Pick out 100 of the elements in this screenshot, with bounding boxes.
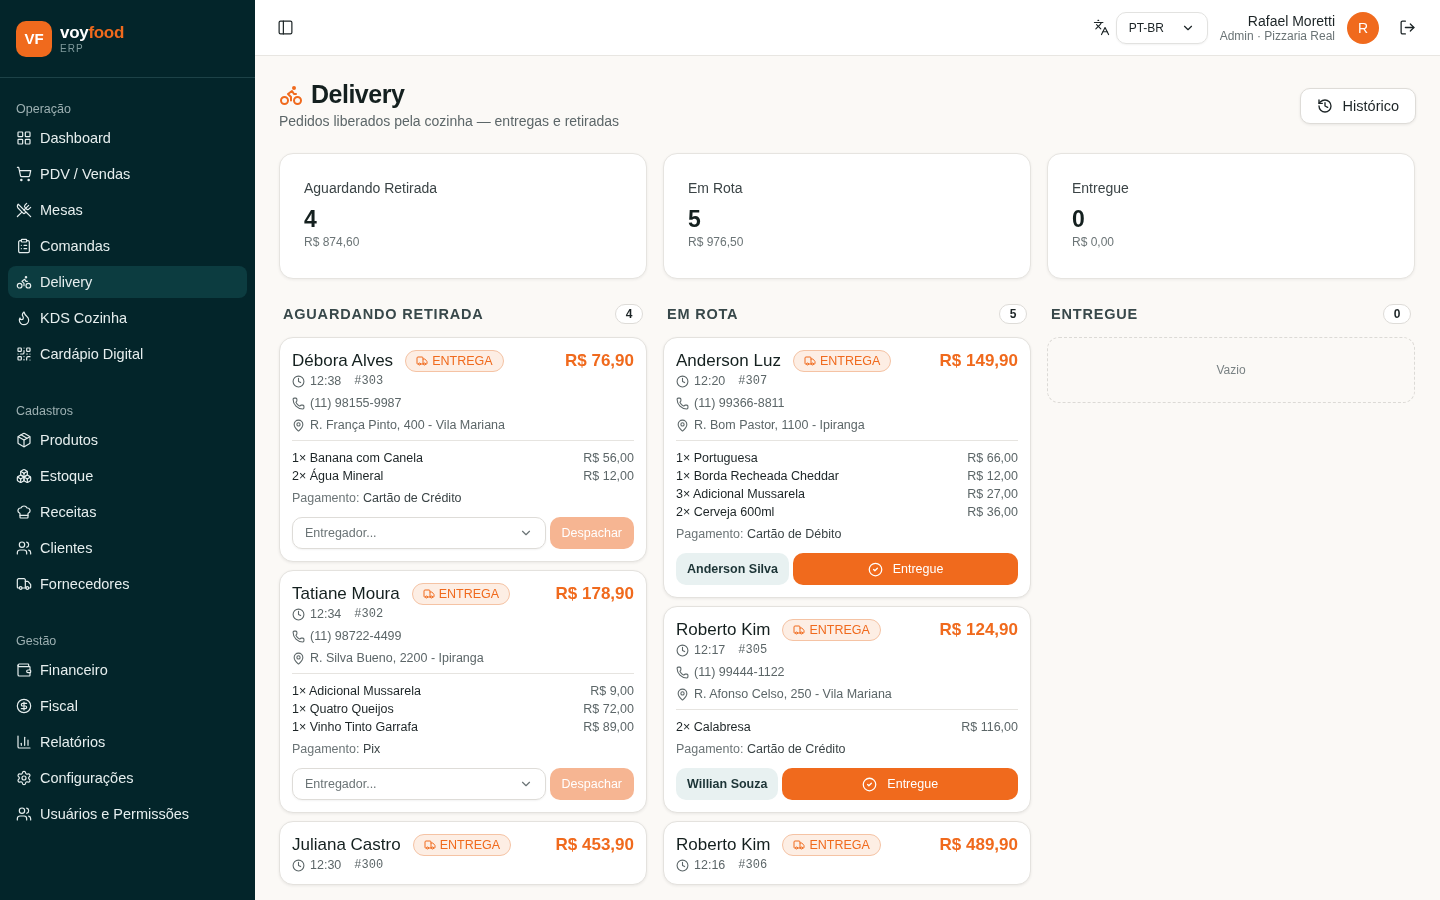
- item-name: 1× Adicional Mussarela: [292, 683, 421, 700]
- nav-item[interactable]: Clientes: [8, 532, 247, 564]
- clock-icon: [292, 607, 305, 621]
- check-circle-icon: [867, 561, 883, 577]
- order-total: R$ 178,90: [555, 584, 634, 604]
- order-total: R$ 124,90: [939, 620, 1018, 640]
- truck-icon: [793, 839, 806, 851]
- order-number: #307: [738, 374, 768, 388]
- flame-icon: [16, 310, 32, 326]
- item-price: R$ 72,00: [583, 701, 634, 718]
- nav-item[interactable]: KDS Cozinha: [8, 302, 247, 334]
- nav-item[interactable]: Dashboard: [8, 122, 247, 154]
- order-time: 12:17: [694, 643, 726, 657]
- language-select[interactable]: PT-BR: [1115, 11, 1208, 44]
- section-title: Gestão: [15, 633, 58, 650]
- bar-chart-icon: [16, 734, 32, 750]
- truck-icon: [803, 355, 816, 367]
- item-name: 2× Cerveja 600ml: [676, 504, 775, 521]
- nav-item[interactable]: Relatórios: [8, 726, 247, 758]
- nav-item[interactable]: Fiscal: [8, 690, 247, 722]
- nav-item[interactable]: Produtos: [8, 424, 247, 456]
- section-title: Cadastros: [15, 403, 74, 420]
- item-name: 1× Vinho Tinto Garrafa: [292, 719, 418, 736]
- address: R. Silva Bueno, 2200 - Ipiranga: [310, 651, 484, 665]
- tag-label: ENTREGA: [809, 623, 870, 637]
- customer-name: Roberto Kim: [676, 620, 771, 640]
- payment-info: Pagamento: Pix: [292, 742, 382, 756]
- stat-label: Entregue: [1072, 180, 1130, 196]
- order-time: 12:30: [310, 858, 342, 872]
- nav-item[interactable]: Comandas: [8, 230, 247, 262]
- item-price: R$ 89,00: [583, 719, 634, 736]
- nav-item[interactable]: PDV / Vendas: [8, 158, 247, 190]
- order-total: R$ 453,90: [555, 835, 634, 855]
- item-name: 1× Banana com Canela: [292, 450, 423, 467]
- phone-icon: [292, 396, 305, 410]
- nav-item[interactable]: Fornecedores: [8, 568, 247, 600]
- sidebar-toggle-icon[interactable]: [277, 19, 294, 36]
- order-number: #300: [354, 858, 384, 872]
- qr-code-icon: [16, 346, 32, 362]
- item-name: 2× Calabresa: [676, 719, 751, 736]
- stat-amount: R$ 976,50: [688, 235, 745, 249]
- customer-name: Anderson Luz: [676, 351, 781, 371]
- phone-icon: [676, 396, 689, 410]
- customer-name: Juliana Castro: [292, 835, 401, 855]
- customer-name: Débora Alves: [292, 351, 394, 371]
- users-icon: [16, 540, 32, 556]
- stat-amount: R$ 874,60: [304, 235, 361, 249]
- boxes-icon: [16, 468, 32, 484]
- clipboard-icon: [16, 238, 32, 254]
- order-time: 12:16: [694, 858, 726, 872]
- item-name: 3× Adicional Mussarela: [676, 486, 805, 503]
- order-time: 12:20: [694, 374, 726, 388]
- order-total: R$ 76,90: [565, 351, 634, 371]
- phone-icon: [292, 629, 305, 643]
- item-price: R$ 27,00: [967, 486, 1018, 503]
- page-subtitle: Pedidos liberados pela cozinha — entregas e retiradas: [279, 113, 620, 129]
- logout-icon[interactable]: [1399, 19, 1416, 36]
- user-avatar: R: [1347, 11, 1379, 44]
- wallet-icon: [16, 662, 32, 678]
- column-title: EM ROTA: [667, 306, 739, 322]
- order-time: 12:38: [310, 374, 342, 388]
- empty-state: Vazio: [1047, 337, 1415, 403]
- item-price: R$ 12,00: [967, 468, 1018, 485]
- page-title: Delivery: [311, 80, 405, 109]
- clock-icon: [676, 643, 689, 657]
- nav-item[interactable]: Usuários e Permissões: [8, 798, 247, 830]
- nav-item[interactable]: Mesas: [8, 194, 247, 226]
- order-number: #305: [738, 643, 768, 657]
- stat-count: 4: [304, 206, 318, 233]
- translate-icon: [1092, 19, 1110, 36]
- nav-item[interactable]: Financeiro: [8, 654, 247, 686]
- map-pin-icon: [292, 418, 305, 432]
- address: R. Bom Pastor, 1100 - Ipiranga: [694, 418, 865, 432]
- nav-item[interactable]: Estoque: [8, 460, 247, 492]
- column-title: AGUARDANDO RETIRADA: [283, 306, 484, 322]
- dashboard-icon: [16, 130, 32, 146]
- stat-count: 5: [688, 206, 702, 233]
- package-icon: [16, 432, 32, 448]
- nav-item[interactable]: Cardápio Digital: [8, 338, 247, 370]
- nav-item[interactable]: Receitas: [8, 496, 247, 528]
- tag-label: ENTREGA: [809, 838, 870, 852]
- section-title: Operação: [15, 101, 72, 118]
- stat-count: 0: [1072, 206, 1086, 233]
- item-name: 1× Quatro Queijos: [292, 701, 394, 718]
- clock-icon: [292, 374, 305, 388]
- truck-icon: [416, 355, 429, 367]
- payment-info: Pagamento: Cartão de Débito: [676, 527, 843, 541]
- nav-item[interactable]: Delivery: [8, 266, 247, 298]
- utensils-icon: [16, 202, 32, 218]
- customer-name: Roberto Kim: [676, 835, 771, 855]
- user-name: Rafael Moretti: [1246, 12, 1335, 29]
- phone-number: (11) 99444-1122: [694, 665, 785, 679]
- logo-mark: VF: [16, 20, 52, 57]
- count-badge: 0: [1383, 304, 1411, 324]
- history-button[interactable]: Histórico: [1299, 88, 1416, 124]
- phone-number: (11) 98155-9987: [310, 396, 402, 410]
- map-pin-icon: [676, 418, 689, 432]
- settings-icon: [16, 770, 32, 786]
- nav-item[interactable]: Configurações: [8, 762, 247, 794]
- item-price: R$ 116,00: [961, 719, 1018, 736]
